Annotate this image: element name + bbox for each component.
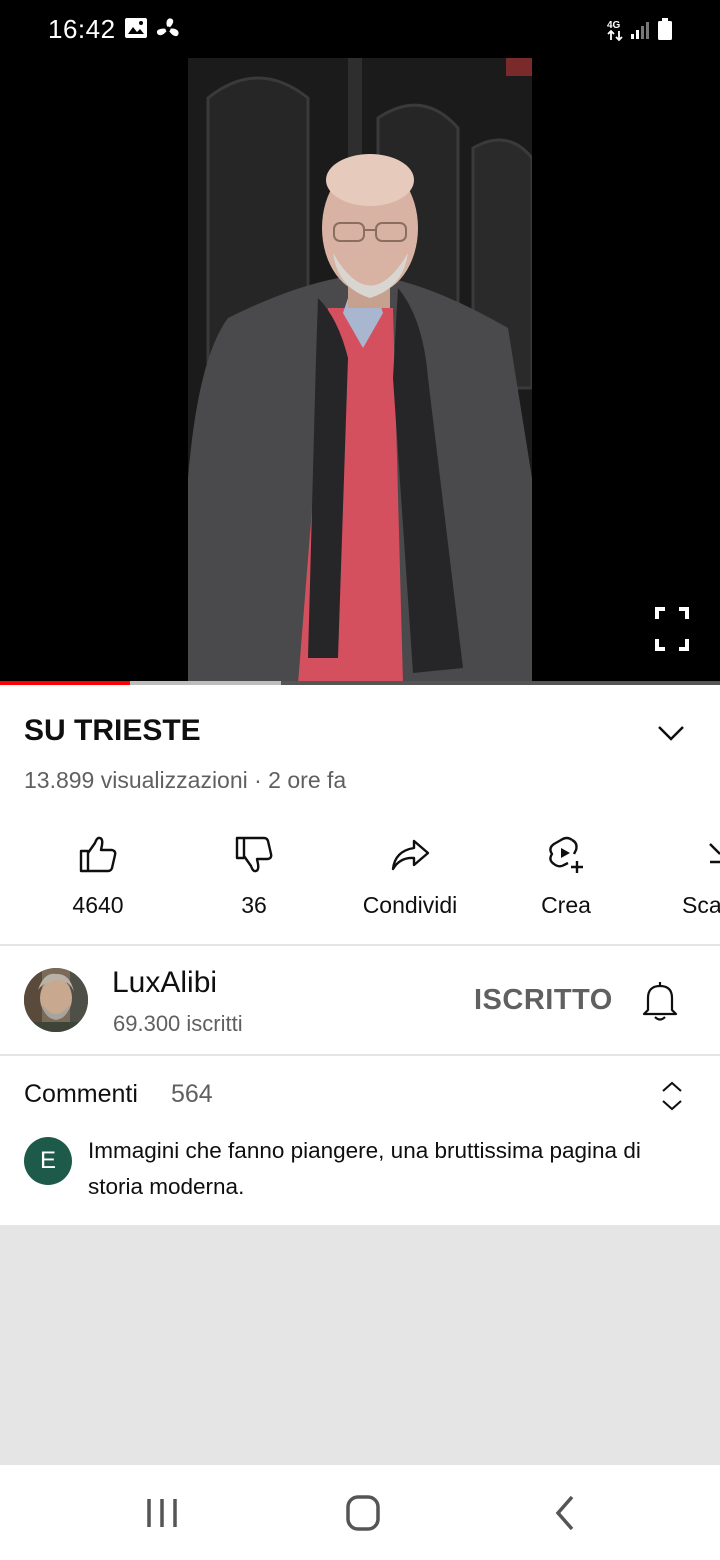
share-button[interactable]: Condividi — [332, 826, 488, 926]
progress-bar[interactable] — [0, 681, 720, 685]
recent-apps-icon[interactable] — [140, 1493, 184, 1533]
video-title[interactable]: SU TRIESTE — [24, 714, 201, 748]
progress-played — [0, 681, 130, 685]
download-button[interactable]: Sca — [644, 826, 720, 926]
divider — [0, 1054, 720, 1056]
channel-subscribers: 69.300 iscritti — [113, 1011, 243, 1036]
chevron-down-icon[interactable] — [652, 718, 690, 748]
create-label: Crea — [541, 892, 591, 918]
channel-avatar[interactable] — [24, 968, 88, 1032]
battery-icon — [658, 18, 672, 45]
expand-collapse-icon[interactable] — [660, 1080, 684, 1112]
back-icon[interactable] — [542, 1493, 586, 1533]
like-icon — [78, 834, 118, 874]
video-player[interactable] — [0, 58, 720, 684]
comments-count: 564 — [171, 1080, 213, 1108]
fan-icon — [155, 16, 181, 47]
network-4g-icon: 4G — [606, 18, 626, 47]
home-icon[interactable] — [341, 1493, 385, 1533]
status-bar: 16:42 4G — [0, 0, 720, 58]
share-icon — [390, 834, 430, 874]
create-icon — [546, 834, 586, 874]
channel-name[interactable]: LuxAlibi — [112, 966, 217, 1000]
svg-text:4G: 4G — [607, 20, 621, 31]
video-thumbnail-illustration — [188, 58, 532, 684]
comment-text[interactable]: Immagini che fanno piangere, una bruttis… — [88, 1133, 688, 1205]
dislike-count: 36 — [241, 892, 267, 918]
fullscreen-icon[interactable] — [654, 606, 690, 652]
action-bar: 4640 36 Condividi Crea Sca — [0, 826, 720, 936]
comments-title[interactable]: Commenti — [24, 1080, 138, 1109]
content-area — [0, 1225, 720, 1465]
subscribed-button[interactable]: ISCRITTO — [474, 984, 613, 1017]
download-icon — [708, 834, 720, 874]
bell-icon[interactable] — [640, 978, 680, 1022]
video-frame[interactable] — [188, 58, 532, 684]
share-label: Condividi — [362, 892, 458, 918]
status-time: 16:42 — [48, 14, 116, 44]
download-label: Sca — [682, 892, 720, 918]
dislike-icon — [234, 834, 274, 874]
system-nav-bar — [0, 1465, 720, 1560]
signal-icon — [630, 20, 652, 45]
like-count: 4640 — [72, 892, 124, 918]
like-button[interactable]: 4640 — [20, 826, 176, 926]
image-icon — [124, 17, 148, 44]
dislike-button[interactable]: 36 — [176, 826, 332, 926]
comment-avatar: E — [24, 1137, 72, 1185]
create-button[interactable]: Crea — [488, 826, 644, 926]
divider — [0, 944, 720, 946]
video-meta: 13.899 visualizzazioni · 2 ore fa — [24, 767, 347, 793]
